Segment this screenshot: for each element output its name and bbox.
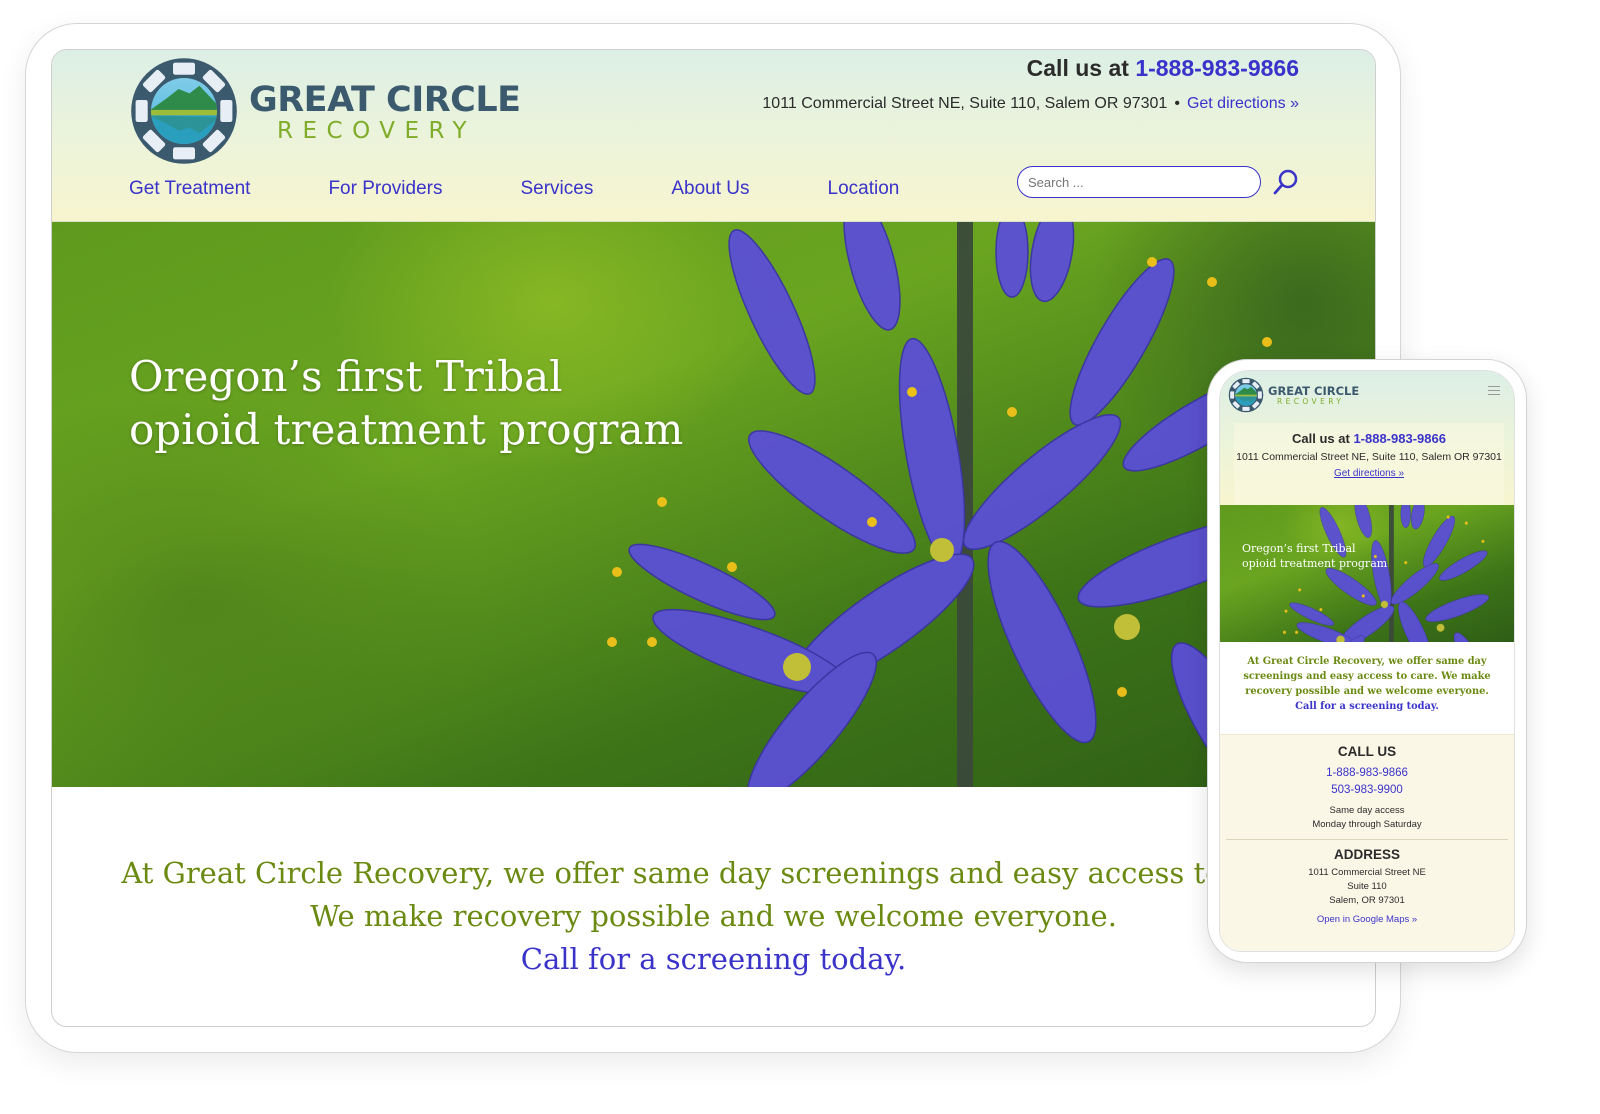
address-line: 1011 Commercial Street NE, Suite 110, Sa… xyxy=(762,95,1299,113)
mobile-get-directions-link[interactable]: Get directions » xyxy=(1334,468,1404,479)
mobile-call-prefix: Call us at xyxy=(1292,431,1350,446)
address-heading: ADDRESS xyxy=(1333,847,1400,862)
nav-for-providers[interactable]: For Providers xyxy=(328,178,442,200)
mobile-header: GREAT CIRCLE RECOVERY Call us at 1-888-9… xyxy=(1220,371,1514,505)
access-note-line1: Same day access xyxy=(1329,805,1405,816)
great-circle-logo-icon xyxy=(1228,377,1264,413)
call-us-line: Call us at 1-888-983-9866 xyxy=(1027,55,1299,82)
toll-free-phone-link[interactable]: 1-888-983-9866 xyxy=(1220,765,1514,782)
mobile-camas-flower-image xyxy=(1220,505,1514,642)
mobile-hero-title: Oregon’s first Tribal opioid treatment p… xyxy=(1242,541,1387,571)
mobile-header-phone-link[interactable]: 1-888-983-9866 xyxy=(1353,431,1446,446)
separator-dot: • xyxy=(1174,95,1180,112)
hero-title-line1: Oregon’s first Tribal xyxy=(129,352,563,401)
header-address: 1011 Commercial Street NE, Suite 110, Sa… xyxy=(762,95,1168,112)
access-note-line2: Monday through Saturday xyxy=(1312,819,1422,830)
nav-services[interactable]: Services xyxy=(520,178,593,200)
camas-flower-image xyxy=(52,222,1375,787)
hamburger-menu-icon[interactable] xyxy=(1488,386,1500,395)
call-prefix: Call us at xyxy=(1026,55,1129,81)
address-line1: 1011 Commercial Street NE xyxy=(1308,867,1426,878)
mobile-hero-title-line2: opioid treatment program xyxy=(1242,557,1388,570)
get-directions-link[interactable]: Get directions » xyxy=(1187,95,1299,112)
mobile-logo-tagline: RECOVERY xyxy=(1277,396,1345,406)
mobile-hero-title-line1: Oregon’s first Tribal xyxy=(1242,542,1356,555)
tablet-screen: GREAT CIRCLE RECOVERY Call us at 1-888-9… xyxy=(51,49,1376,1027)
mobile-header-address: 1011 Commercial Street NE, Suite 110, Sa… xyxy=(1236,451,1502,463)
call-us-heading: CALL US xyxy=(1337,744,1397,759)
nav-location[interactable]: Location xyxy=(828,178,900,200)
site-header: GREAT CIRCLE RECOVERY Call us at 1-888-9… xyxy=(52,50,1375,222)
intro-section: At Great Circle Recovery, we offer same … xyxy=(52,852,1375,981)
info-divider xyxy=(1226,839,1508,840)
hero-title: Oregon’s first Tribal opioid treatment p… xyxy=(129,350,683,456)
site-logo[interactable]: GREAT CIRCLE RECOVERY xyxy=(129,56,521,166)
nav-get-treatment[interactable]: Get Treatment xyxy=(129,178,250,200)
mobile-intro-section: At Great Circle Recovery, we offer same … xyxy=(1220,654,1514,714)
logo-tagline: RECOVERY xyxy=(277,118,477,144)
hero-banner: Oregon’s first Tribal opioid treatment p… xyxy=(52,222,1375,787)
local-phone-link[interactable]: 503-983-9900 xyxy=(1220,782,1514,799)
mobile-logo-title: GREAT CIRCLE xyxy=(1268,383,1360,398)
mobile-intro-text: At Great Circle Recovery, we offer same … xyxy=(1243,656,1491,697)
phone-screen: GREAT CIRCLE RECOVERY Call us at 1-888-9… xyxy=(1219,370,1515,952)
hero-title-line2: opioid treatment program xyxy=(129,405,684,454)
mobile-hero-banner: Oregon’s first Tribal opioid treatment p… xyxy=(1220,505,1514,642)
logo-title: GREAT CIRCLE xyxy=(249,80,521,120)
main-nav: Get Treatment For Providers Services Abo… xyxy=(129,178,977,200)
search-icon[interactable] xyxy=(1270,166,1302,198)
mobile-logo[interactable]: GREAT CIRCLE RECOVERY xyxy=(1228,377,1359,413)
intro-line2: We make recovery possible and we welcome… xyxy=(310,899,1117,933)
great-circle-logo-icon xyxy=(129,56,239,166)
address-line2: Suite 110 xyxy=(1347,881,1387,892)
mobile-info-panel: CALL US 1-888-983-9866 503-983-9900 Same… xyxy=(1220,734,1514,951)
mobile-call-line: Call us at 1-888-983-9866 xyxy=(1234,431,1504,446)
mobile-intro-cta[interactable]: Call for a screening today. xyxy=(1220,699,1514,714)
intro-line1: At Great Circle Recovery, we offer same … xyxy=(121,856,1306,890)
address-line3: Salem, OR 97301 xyxy=(1329,895,1405,906)
phone-device-frame: GREAT CIRCLE RECOVERY Call us at 1-888-9… xyxy=(1207,359,1527,963)
mobile-call-box: Call us at 1-888-983-9866 1011 Commercia… xyxy=(1234,423,1504,505)
nav-about-us[interactable]: About Us xyxy=(671,178,749,200)
header-phone-link[interactable]: 1-888-983-9866 xyxy=(1135,55,1299,81)
search-input[interactable] xyxy=(1017,166,1261,198)
open-google-maps-link[interactable]: Open in Google Maps » xyxy=(1317,914,1417,925)
intro-cta[interactable]: Call for a screening today. xyxy=(52,938,1375,981)
